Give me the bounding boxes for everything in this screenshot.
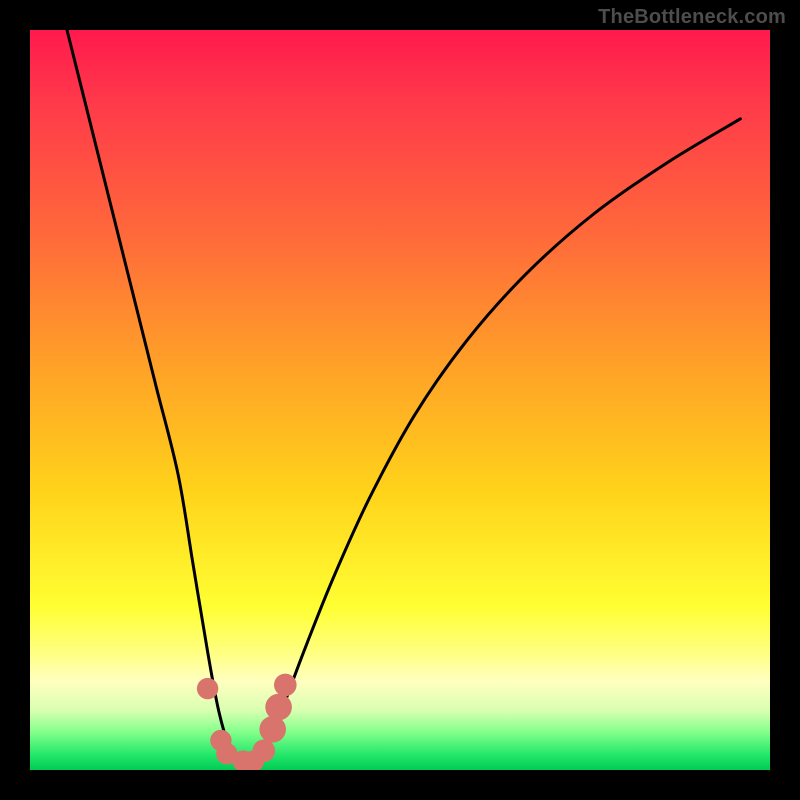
outer-frame: TheBottleneck.com (0, 0, 800, 800)
bottleneck-chart (30, 30, 770, 770)
curve-marker (274, 674, 297, 697)
curve-marker (259, 716, 286, 743)
curve-marker (197, 678, 218, 699)
curve-marker (265, 694, 292, 721)
watermark-text: TheBottleneck.com (598, 6, 786, 29)
curve-marker (253, 740, 276, 763)
bottleneck-curve-path (67, 30, 740, 764)
curve-markers (197, 674, 297, 770)
plot-area (30, 30, 770, 770)
